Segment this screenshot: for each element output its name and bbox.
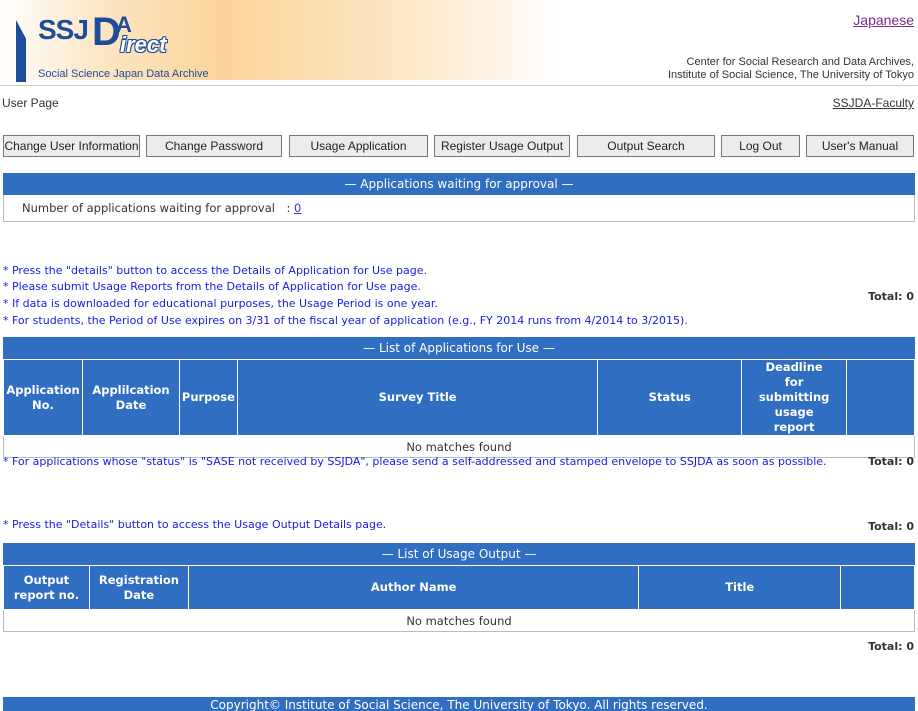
organization-name: Center for Social Research and Data Arch… [668,56,914,82]
logo-subtitle: Social Science Japan Data Archive [38,68,209,80]
application-note-2: * Please submit Usage Reports from the D… [3,280,421,293]
users-manual-button[interactable]: User's Manual [806,135,914,157]
col-purpose: Purpose [178,359,238,436]
register-usage-output-button[interactable]: Register Usage Output [434,135,570,157]
output-note: * Press the "Details" button to access t… [3,518,387,531]
applications-header-row: Application No. Applilcation Date Purpos… [3,359,915,436]
logo-text-ssj: SSJ [38,14,89,45]
sase-note: * For applications whose "status" is "SA… [3,455,827,468]
col-application-date: Applilcation Date [81,359,180,436]
col-survey-title: Survey Title [236,359,599,436]
waiting-approval-label: Number of applications waiting for appro… [22,201,291,215]
col-application-no: Application No. [3,359,83,436]
site-header: SSJ D A irect Social Science Japan Data … [0,0,918,86]
col-author-name: Author Name [187,565,640,610]
change-password-button[interactable]: Change Password [146,135,282,157]
usage-output-list-header: — List of Usage Output — [3,543,915,565]
application-note-1: * Press the "details" button to access t… [3,264,428,277]
waiting-approval-header: — Applications waiting for approval — [3,173,915,195]
usage-output-table: Output report no. Registration Date Auth… [3,565,915,632]
col-output-report-no: Output report no. [3,565,90,610]
org-line-2: Institute of Social Science, The Univers… [668,69,914,81]
col-output-action [840,565,915,610]
japanese-language-link[interactable]: Japanese [853,12,914,28]
ssjda-logo[interactable]: SSJ D A irect Social Science Japan Data … [6,6,230,82]
usage-application-button[interactable]: Usage Application [289,135,428,157]
user-nav-bar: Change User Information Change Password … [0,135,918,157]
outputs-total-bottom: Total: 0 [868,640,914,653]
usage-output-header-row: Output report no. Registration Date Auth… [3,565,915,610]
header-divider [0,85,918,86]
col-status: Status [597,359,743,436]
applications-list-header: — List of Applications for Use — [3,337,915,359]
application-note-3: * If data is downloaded for educational … [3,297,438,310]
waiting-approval-row: Number of applications waiting for appro… [22,200,301,216]
page-title: User Page [2,96,59,110]
col-registration-date: Registration Date [88,565,189,610]
ssjda-faculty-link[interactable]: SSJDA-Faculty [833,96,914,110]
col-deadline-usage-report: Deadline for submitting usage report [741,359,848,436]
logo-bar-icon [16,20,26,82]
footer-copyright: Copyright© Institute of Social Science, … [3,697,915,711]
col-title: Title [638,565,842,610]
org-line-1: Center for Social Research and Data Arch… [686,56,914,68]
output-search-button[interactable]: Output Search [577,135,715,157]
waiting-approval-panel: Number of applications waiting for appro… [3,195,915,222]
applications-total-top: Total: 0 [868,290,914,303]
applications-table: Application No. Applilcation Date Purpos… [3,359,915,458]
applications-total-bottom: Total: 0 [868,455,914,468]
change-user-information-button[interactable]: Change User Information [3,135,140,157]
waiting-approval-count-link[interactable]: 0 [294,201,301,215]
log-out-button[interactable]: Log Out [721,135,800,157]
col-action [846,359,915,436]
logo-text-irect: irect [120,32,167,57]
application-note-4: * For students, the Period of Use expire… [3,314,688,327]
table-row: No matches found [3,609,915,632]
usage-output-empty-message: No matches found [3,609,915,632]
outputs-total-top: Total: 0 [868,520,914,533]
